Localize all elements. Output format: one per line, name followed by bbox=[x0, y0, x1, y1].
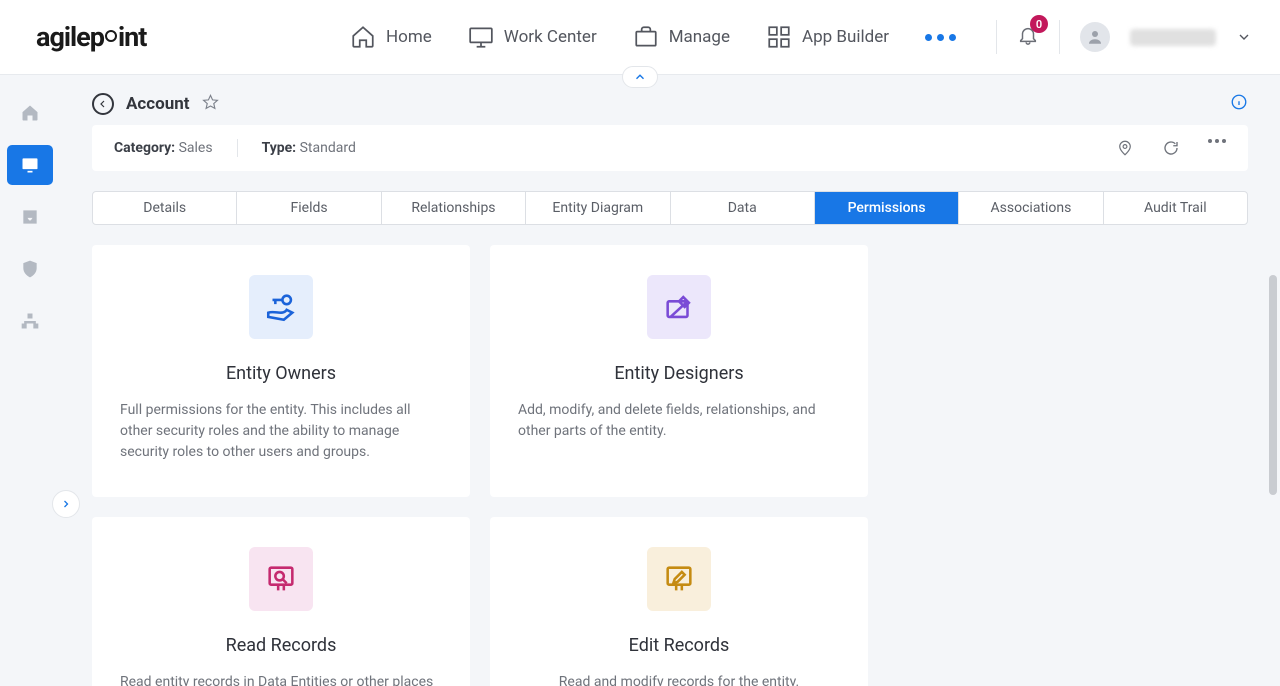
shield-icon bbox=[20, 259, 40, 279]
sidebar-item-inbox[interactable] bbox=[7, 197, 53, 237]
monitor-icon bbox=[468, 24, 494, 50]
refresh-icon[interactable] bbox=[1162, 139, 1180, 157]
nav-manage[interactable]: Manage bbox=[633, 24, 730, 50]
inbox-icon bbox=[20, 207, 40, 227]
nav-more-icon[interactable] bbox=[925, 34, 956, 41]
card-desc: Full permissions for the entity. This in… bbox=[120, 400, 442, 463]
location-icon[interactable] bbox=[1116, 139, 1134, 157]
card-icon bbox=[249, 275, 313, 339]
info-icon bbox=[1230, 93, 1248, 111]
permission-cards: Entity Owners Full permissions for the e… bbox=[92, 245, 1248, 686]
nav-app-builder[interactable]: App Builder bbox=[766, 24, 889, 50]
card-icon bbox=[249, 547, 313, 611]
card-desc: Read and modify records for the entity. bbox=[518, 672, 840, 686]
arrow-left-icon bbox=[97, 98, 109, 110]
nav-label: Home bbox=[386, 27, 432, 47]
tab-details[interactable]: Details bbox=[93, 192, 237, 224]
notification-badge: 0 bbox=[1030, 15, 1048, 33]
logo[interactable]: agilepint bbox=[36, 21, 146, 53]
nav-label: Work Center bbox=[504, 27, 597, 47]
tab-audit-trail[interactable]: Audit Trail bbox=[1104, 192, 1247, 224]
sidebar-item-security[interactable] bbox=[7, 249, 53, 289]
nav-label: App Builder bbox=[802, 27, 889, 47]
card-entity-designers[interactable]: Entity Designers Add, modify, and delete… bbox=[490, 245, 868, 497]
display-icon bbox=[20, 155, 40, 175]
card-desc: Add, modify, and delete fields, relation… bbox=[518, 400, 840, 442]
house-icon bbox=[20, 103, 40, 123]
card-icon bbox=[647, 547, 711, 611]
card-edit-records[interactable]: Edit Records Read and modify records for… bbox=[490, 517, 868, 686]
meta-category-label: Category: bbox=[114, 140, 175, 156]
avatar[interactable] bbox=[1080, 22, 1110, 52]
sidebar-item-entities[interactable] bbox=[7, 145, 53, 185]
favorite-button[interactable] bbox=[202, 94, 219, 115]
chevron-down-icon[interactable] bbox=[1236, 29, 1252, 45]
divider bbox=[237, 139, 238, 157]
tab-fields[interactable]: Fields bbox=[237, 192, 381, 224]
nav-label: Manage bbox=[669, 27, 730, 47]
card-title: Read Records bbox=[120, 635, 442, 656]
org-icon bbox=[20, 311, 40, 331]
tab-data[interactable]: Data bbox=[671, 192, 815, 224]
chevron-up-icon bbox=[633, 70, 647, 84]
sidebar-item-org[interactable] bbox=[7, 301, 53, 341]
card-read-records[interactable]: Read Records Read entity records in Data… bbox=[92, 517, 470, 686]
meta-actions bbox=[1116, 139, 1226, 157]
search-board-icon bbox=[264, 562, 298, 596]
meta-bar: Category: Sales Type: Standard bbox=[92, 125, 1248, 171]
meta-type: Type: Standard bbox=[262, 140, 356, 156]
design-icon bbox=[662, 290, 696, 324]
topbar-collapse[interactable] bbox=[622, 66, 658, 88]
topbar-right: 0 bbox=[996, 20, 1252, 54]
sidebar-expand[interactable] bbox=[52, 490, 80, 518]
divider bbox=[996, 20, 997, 54]
tab-associations[interactable]: Associations bbox=[959, 192, 1103, 224]
username bbox=[1130, 29, 1216, 46]
info-button[interactable] bbox=[1230, 93, 1248, 115]
main-content: Account Category: Sales Type: Standard D… bbox=[60, 75, 1280, 686]
card-title: Entity Owners bbox=[120, 363, 442, 384]
topbar: agilepint Home Work Center Manage App Bu… bbox=[0, 0, 1280, 75]
meta-category-value: Sales bbox=[175, 140, 212, 156]
card-title: Entity Designers bbox=[518, 363, 840, 384]
page-title: Account bbox=[126, 94, 190, 114]
tab-entity-diagram[interactable]: Entity Diagram bbox=[526, 192, 670, 224]
key-hand-icon bbox=[264, 290, 298, 324]
nav-home[interactable]: Home bbox=[350, 24, 432, 50]
tab-permissions[interactable]: Permissions bbox=[815, 192, 959, 224]
card-title: Edit Records bbox=[518, 635, 840, 656]
divider bbox=[1059, 20, 1060, 54]
sidebar bbox=[0, 75, 60, 686]
scrollbar[interactable] bbox=[1269, 275, 1277, 495]
topnav: Home Work Center Manage App Builder bbox=[350, 24, 956, 50]
edit-board-icon bbox=[662, 562, 696, 596]
meta-type-label: Type: bbox=[262, 140, 297, 156]
tab-relationships[interactable]: Relationships bbox=[382, 192, 526, 224]
star-outline-icon bbox=[202, 94, 219, 111]
home-icon bbox=[350, 24, 376, 50]
user-icon bbox=[1086, 28, 1104, 46]
meta-type-value: Standard bbox=[296, 140, 356, 156]
meta-category: Category: Sales bbox=[114, 140, 213, 156]
card-desc: Read entity records in Data Entities or … bbox=[120, 672, 442, 686]
card-icon bbox=[647, 275, 711, 339]
chevron-right-icon bbox=[60, 498, 72, 510]
grid-icon bbox=[766, 24, 792, 50]
tabs: Details Fields Relationships Entity Diag… bbox=[92, 191, 1248, 225]
page-header: Account bbox=[60, 75, 1280, 115]
card-entity-owners[interactable]: Entity Owners Full permissions for the e… bbox=[92, 245, 470, 497]
notifications[interactable]: 0 bbox=[1017, 24, 1039, 50]
more-actions-icon[interactable] bbox=[1208, 139, 1226, 157]
nav-work-center[interactable]: Work Center bbox=[468, 24, 597, 50]
sidebar-item-home[interactable] bbox=[7, 93, 53, 133]
back-button[interactable] bbox=[92, 93, 114, 115]
briefcase-icon bbox=[633, 24, 659, 50]
